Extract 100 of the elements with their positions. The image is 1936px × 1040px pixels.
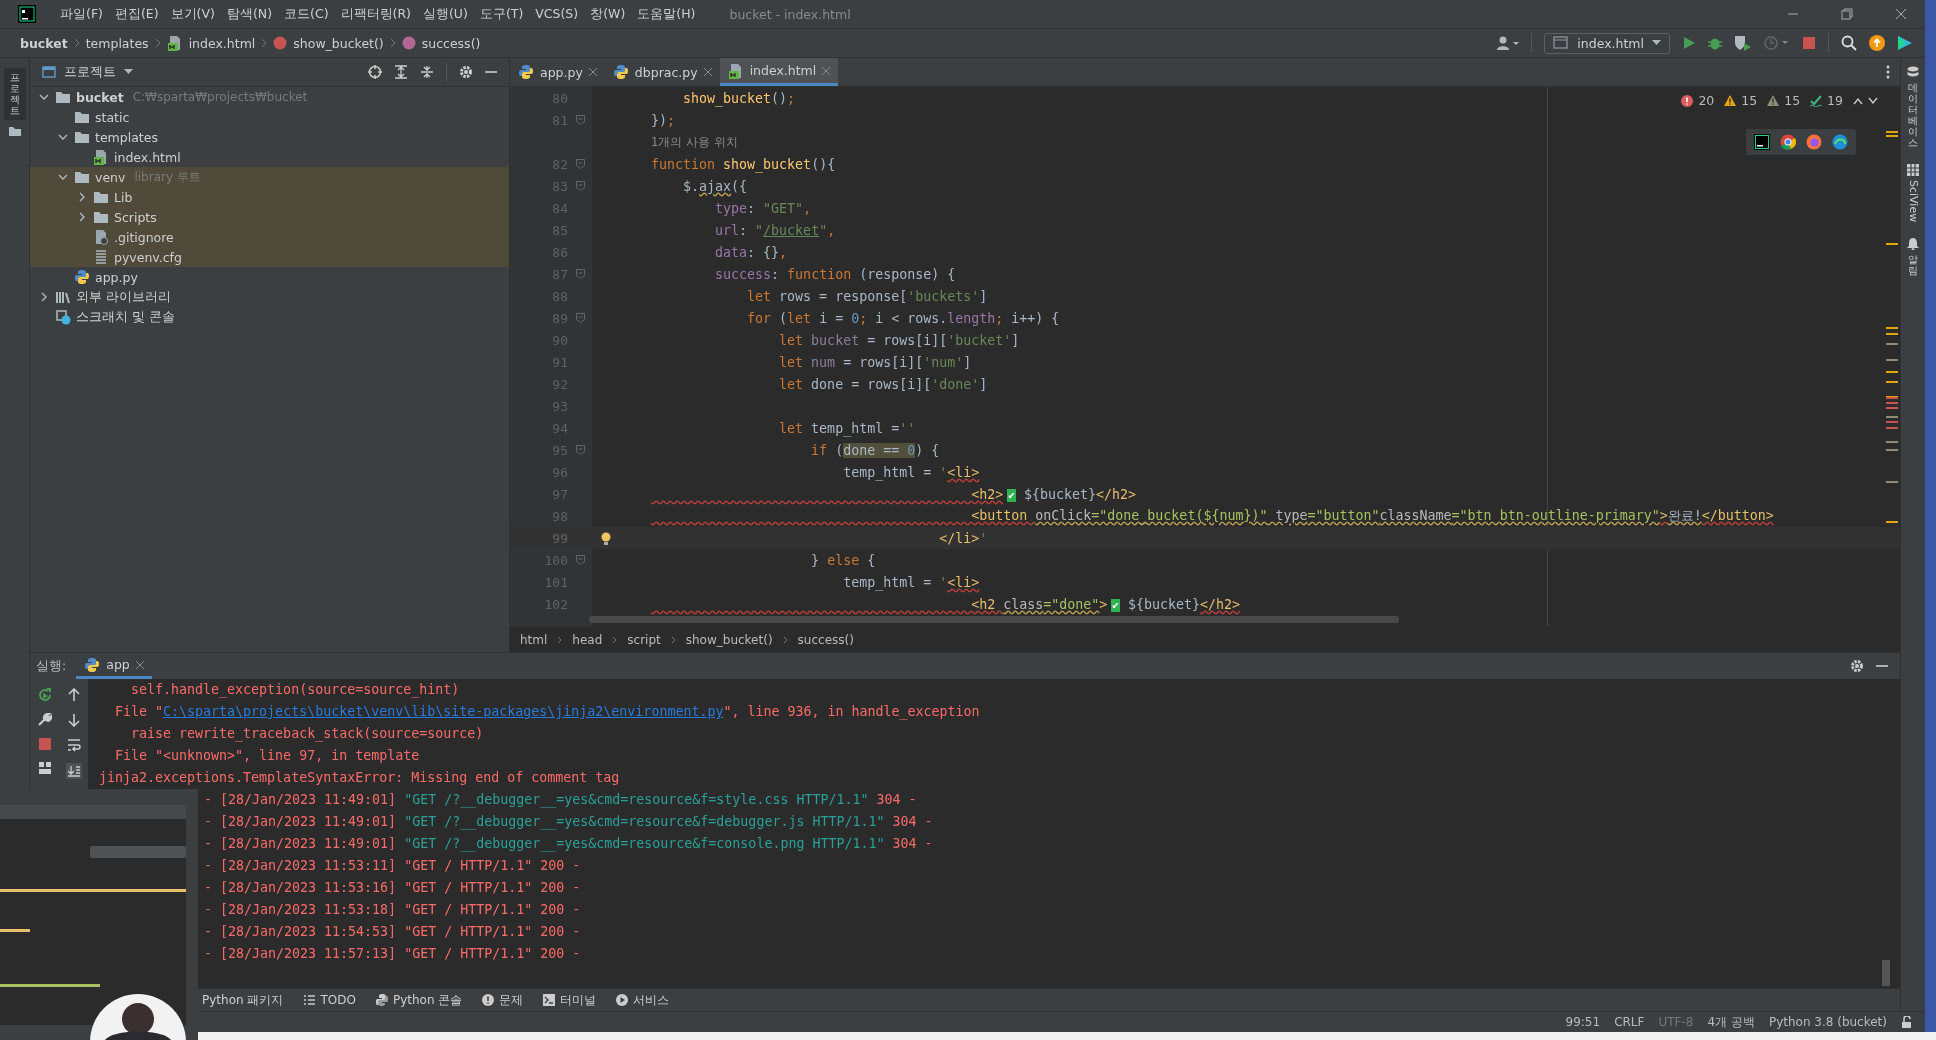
usage-hint[interactable]: 1개의 사용 위치 (651, 134, 738, 150)
status-item[interactable]: CRLF (1614, 1015, 1645, 1029)
database-icon[interactable] (1907, 66, 1919, 78)
app-logo-icon[interactable] (18, 5, 36, 23)
breadcrumb-item[interactable]: templates (85, 35, 149, 51)
menu-item[interactable]: 보기(V) (170, 5, 215, 23)
bug-icon[interactable] (1708, 36, 1722, 50)
problem-count[interactable]: 19 (1827, 93, 1843, 108)
menu-item[interactable]: 코드(C) (284, 5, 329, 23)
menu-item[interactable]: 파일(F) (60, 5, 103, 23)
tree-item[interactable]: templates (30, 127, 509, 147)
scrollbar[interactable] (1882, 960, 1890, 986)
breadcrumb-item[interactable]: show_bucket() (685, 632, 773, 647)
settings-icon[interactable] (1850, 659, 1864, 673)
layout-icon[interactable] (37, 761, 52, 775)
settings-icon[interactable] (459, 65, 473, 79)
menu-item[interactable]: 창(W) (590, 5, 626, 23)
fold-marker-icon[interactable] (575, 555, 585, 565)
caret-icon[interactable] (124, 69, 133, 75)
fold-marker-icon[interactable] (575, 269, 585, 279)
lock-icon[interactable] (1901, 1016, 1913, 1028)
status-item[interactable]: 99:51 (1565, 1015, 1601, 1029)
status-item[interactable]: Python 3.8 (bucket) (1768, 1015, 1887, 1029)
bell-icon[interactable] (1907, 238, 1919, 251)
warning-icon[interactable] (1767, 94, 1780, 107)
close-icon[interactable] (703, 68, 712, 76)
tree-item[interactable]: Scripts (30, 207, 509, 227)
stop-icon[interactable] (1802, 36, 1816, 50)
problem-count[interactable]: 20 (1698, 93, 1715, 108)
tool-window-tab[interactable]: TODO (303, 993, 356, 1007)
menu-item[interactable]: 리팩터링(R) (340, 5, 411, 23)
tree-item[interactable]: app.py (30, 267, 509, 287)
menu-item[interactable]: 도움말(H) (637, 5, 696, 23)
tree-item[interactable]: index.html (30, 147, 509, 167)
fold-marker-icon[interactable] (575, 181, 585, 191)
menu-item[interactable]: 실행(U) (422, 5, 468, 23)
panel-title-dropdown[interactable]: 프로젝트 (64, 63, 116, 81)
problem-count[interactable]: 15 (1784, 93, 1801, 108)
breadcrumb-item[interactable]: html (520, 632, 548, 647)
tool-window-tab[interactable]: 문제 (482, 991, 524, 1009)
problem-count[interactable]: 15 (1741, 93, 1758, 108)
tree-item[interactable]: bucket C:₩sparta₩projects₩bucket (30, 87, 509, 107)
tool-window-tab[interactable]: Python 패키지 (202, 991, 284, 1009)
breadcrumb-item[interactable]: head (572, 632, 603, 647)
locate-icon[interactable] (368, 65, 382, 79)
tool-window-tab[interactable]: 터미널 (543, 991, 597, 1009)
breadcrumb-item[interactable]: index.html (188, 35, 256, 51)
chevron-right-icon[interactable] (39, 292, 49, 302)
close-icon[interactable] (588, 68, 597, 76)
tree-item[interactable]: pyvenv.cfg (30, 247, 509, 267)
tool-window-tab[interactable]: 서비스 (616, 991, 670, 1009)
tree-item[interactable]: Lib (30, 187, 509, 207)
error-icon[interactable] (1681, 94, 1694, 107)
fold-marker-icon[interactable] (575, 159, 585, 169)
stop-icon[interactable] (38, 738, 51, 750)
chevron-down-icon[interactable] (58, 132, 68, 142)
close-icon[interactable] (135, 660, 144, 669)
scroll-end-icon[interactable] (65, 763, 82, 779)
fold-marker-icon[interactable] (575, 445, 585, 455)
lightbulb-icon[interactable] (600, 531, 612, 546)
breadcrumb-item[interactable]: success() (797, 632, 854, 647)
tree-item[interactable]: venv library 루트 (30, 167, 509, 187)
expand-all-icon[interactable] (394, 65, 408, 79)
folder-icon[interactable] (8, 126, 21, 136)
editor-tab[interactable]: index.html (719, 58, 839, 86)
fold-marker-icon[interactable] (575, 115, 585, 125)
status-item[interactable]: 4개 공백 (1707, 1013, 1755, 1031)
tool-window-tab[interactable]: Python 콘솔 (375, 991, 463, 1009)
tool-window-tab[interactable]: 프로젝트 (3, 68, 26, 120)
arrow-up-icon[interactable] (67, 688, 80, 702)
scrollbar[interactable] (589, 616, 1399, 623)
breadcrumb-item[interactable]: success() (421, 35, 481, 51)
tool-window-tab[interactable]: 알림 (1908, 254, 1918, 277)
wave-icon[interactable] (1832, 134, 1848, 150)
menu-item[interactable]: 편집(E) (114, 5, 159, 23)
editor-tab[interactable]: app.py (510, 58, 605, 86)
menu-item[interactable]: 도구(T) (479, 5, 524, 23)
tool-window-tab[interactable]: 데이터베이스 (1908, 82, 1918, 148)
grid-icon[interactable] (1907, 164, 1919, 176)
run-icon[interactable] (1682, 36, 1696, 50)
shield-run-icon[interactable] (1734, 35, 1752, 51)
wrench-icon[interactable] (37, 713, 52, 727)
tree-item[interactable]: 외부 라이브러리 (30, 287, 509, 307)
app-logo-icon[interactable] (1754, 134, 1770, 150)
breadcrumb-item[interactable]: bucket (20, 35, 68, 51)
close-icon[interactable] (1895, 8, 1907, 20)
search-icon[interactable] (1841, 35, 1857, 51)
rerun-icon[interactable] (37, 688, 52, 702)
check-icon[interactable] (1810, 94, 1823, 107)
menu-item[interactable]: VCS(S) (535, 5, 579, 23)
restore-icon[interactable] (1841, 8, 1853, 20)
tree-item[interactable]: .gitignore (30, 227, 509, 247)
breadcrumb-item[interactable]: show_bucket() (293, 35, 384, 51)
toolbox-icon[interactable] (1897, 35, 1913, 51)
warning-icon[interactable] (1724, 94, 1737, 107)
tool-window-tab[interactable]: SciView (1906, 180, 1920, 223)
chevron-down-icon[interactable] (1868, 96, 1878, 105)
editor-tab[interactable]: dbprac.py (604, 58, 720, 86)
run-config-dropdown[interactable]: index.html (1544, 32, 1670, 54)
chevron-down-icon[interactable] (39, 92, 49, 102)
